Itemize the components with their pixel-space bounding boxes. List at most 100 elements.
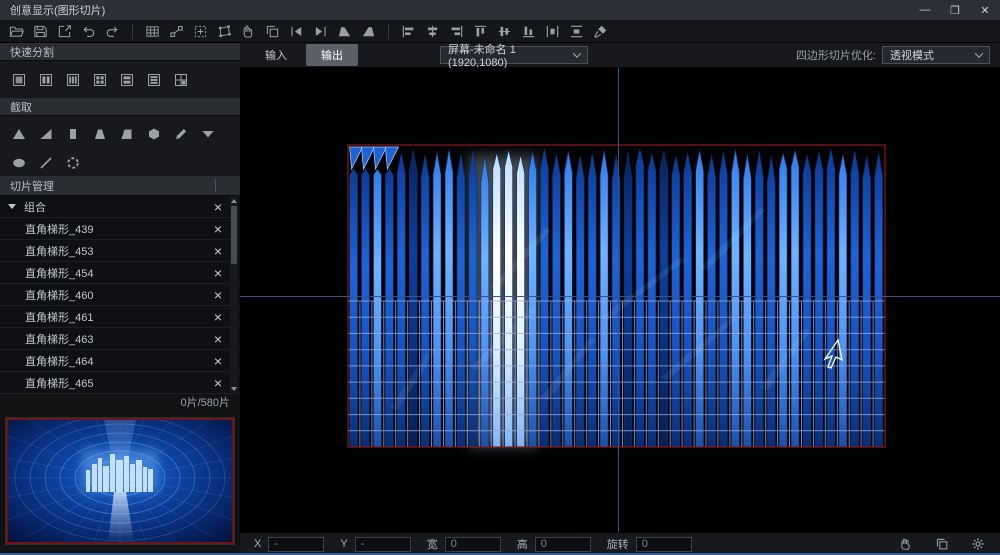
crop-header: 截取 — [0, 98, 240, 116]
delete-slice-button[interactable]: × — [214, 356, 222, 366]
line-icon[interactable] — [35, 152, 56, 173]
minimize-button[interactable]: — — [910, 0, 940, 20]
split-3-rows-icon[interactable] — [143, 69, 164, 90]
slice-item-row[interactable]: 直角梯形_465 × — [0, 372, 240, 394]
rectangle-icon[interactable] — [62, 123, 83, 144]
split-custom-grid-icon[interactable] — [170, 69, 191, 90]
save-icon[interactable] — [30, 21, 51, 41]
close-button[interactable]: ✕ — [970, 0, 1000, 20]
tab-output[interactable]: 输出 — [306, 44, 358, 66]
sidebar: 快速分割 截取 切片管理 组合×直角梯形_439×直角梯形_453×直角梯形_4… — [0, 43, 240, 555]
settings-gear-icon[interactable] — [967, 534, 988, 554]
align-left-icon[interactable] — [398, 21, 419, 41]
screen-select-value: 屏幕-未命名 1 (1920,1080) — [448, 41, 574, 69]
trapezoid-icon[interactable] — [89, 123, 110, 144]
delete-slice-button[interactable]: × — [214, 312, 222, 322]
split-3-columns-icon[interactable] — [62, 69, 83, 90]
slice-item-row[interactable]: 直角梯形_463× — [0, 328, 240, 350]
delete-slice-button[interactable]: × — [214, 202, 222, 212]
align-center-horizontal-icon[interactable] — [422, 21, 443, 41]
right-triangle-icon[interactable] — [35, 123, 56, 144]
slice-manager-header: 切片管理 — [0, 176, 240, 196]
slice-item-row[interactable]: 直角梯形_460× — [0, 284, 240, 306]
delete-slice-button[interactable]: × — [214, 378, 222, 388]
slice-item-label: 直角梯形_461 — [25, 309, 93, 325]
slice-list-scrollbar[interactable] — [230, 196, 238, 394]
split-2-columns-icon[interactable] — [35, 69, 56, 90]
split-1-icon[interactable] — [8, 69, 29, 90]
slice-item-row[interactable]: 直角梯形_439 × — [0, 218, 240, 240]
flip-right-icon[interactable] — [310, 21, 331, 41]
flip-left-icon[interactable] — [286, 21, 307, 41]
slice-item-row[interactable]: 直角梯形_454× — [0, 262, 240, 284]
canvas[interactable] — [240, 68, 1000, 532]
delete-slice-button[interactable]: × — [214, 268, 222, 278]
hexagon-icon[interactable] — [143, 123, 164, 144]
y-label: Y — [340, 538, 347, 550]
delete-slice-button[interactable]: × — [214, 334, 222, 344]
duplicate-icon[interactable] — [262, 21, 283, 41]
align-right-icon[interactable] — [446, 21, 467, 41]
split-grid-2x2-icon[interactable] — [89, 69, 110, 90]
slice-item-row[interactable]: 直角梯形_464× — [0, 350, 240, 372]
skew-left-icon[interactable] — [334, 21, 355, 41]
open-file-icon[interactable] — [6, 21, 27, 41]
pan-hand-icon[interactable] — [895, 534, 916, 554]
optimization-dropdown[interactable]: 透视模式 — [882, 46, 990, 64]
rotation-label: 旋转 — [607, 536, 629, 552]
delete-slice-button[interactable]: × — [214, 224, 222, 234]
collapse-caret-icon[interactable] — [8, 204, 16, 209]
slice-item-label: 直角梯形_439 — [25, 221, 93, 237]
thumbnail-graphic — [8, 420, 232, 542]
ellipse-icon[interactable] — [8, 152, 29, 173]
height-input[interactable] — [535, 537, 591, 552]
scrollbar-thumb[interactable] — [231, 206, 237, 264]
grid-icon[interactable] — [142, 21, 163, 41]
width-input[interactable] — [445, 537, 501, 552]
export-icon[interactable] — [54, 21, 75, 41]
quick-split-header: 快速分割 — [0, 43, 240, 61]
scroll-down-icon[interactable] — [231, 387, 237, 391]
undo-icon[interactable] — [78, 21, 99, 41]
delete-slice-button[interactable]: × — [214, 246, 222, 256]
header-divider — [215, 179, 216, 192]
marquee-transform-icon[interactable] — [190, 21, 211, 41]
slice-item-label: 直角梯形_465 — [25, 375, 93, 391]
pencil-icon[interactable] — [170, 123, 191, 144]
y-input[interactable] — [355, 537, 411, 552]
distribute-horizontal-icon[interactable] — [542, 21, 563, 41]
scroll-up-icon[interactable] — [231, 199, 237, 203]
wedge-down-icon[interactable] — [197, 123, 218, 144]
chevron-down-icon — [975, 49, 983, 57]
redo-icon[interactable] — [102, 21, 123, 41]
height-label: 高 — [517, 536, 528, 552]
maximize-button[interactable]: ❐ — [940, 0, 970, 20]
right-trapezoid-icon[interactable] — [116, 123, 137, 144]
screen-select-dropdown[interactable]: 屏幕-未命名 1 (1920,1080) — [440, 46, 588, 64]
triangle-icon[interactable] — [8, 123, 29, 144]
height-field: 高 — [517, 536, 591, 552]
split-2-rows-icon[interactable] — [116, 69, 137, 90]
tab-input[interactable]: 输入 — [250, 44, 302, 66]
width-field: 宽 — [427, 536, 501, 552]
align-bottom-icon[interactable] — [518, 21, 539, 41]
slice-item-row[interactable]: 直角梯形_453 × — [0, 240, 240, 262]
align-center-vertical-icon[interactable] — [494, 21, 515, 41]
align-top-icon[interactable] — [470, 21, 491, 41]
distribute-vertical-icon[interactable] — [566, 21, 587, 41]
free-transform-icon[interactable] — [214, 21, 235, 41]
slice-group-row[interactable]: 组合× — [0, 196, 240, 218]
skew-right-icon[interactable] — [358, 21, 379, 41]
rotation-input[interactable] — [636, 537, 692, 552]
touch-select-icon[interactable] — [238, 21, 259, 41]
layers-icon[interactable] — [931, 534, 952, 554]
slice-item-label: 直角梯形_453 — [25, 243, 93, 259]
circle-icon[interactable] — [62, 152, 83, 173]
x-input[interactable] — [268, 537, 324, 552]
quick-split-tools — [0, 61, 240, 98]
delete-slice-button[interactable]: × — [214, 290, 222, 300]
preview-thumbnail[interactable] — [6, 418, 234, 544]
node-edit-icon[interactable] — [166, 21, 187, 41]
slice-item-row[interactable]: 直角梯形_461 × — [0, 306, 240, 328]
clear-brush-icon[interactable] — [590, 21, 611, 41]
